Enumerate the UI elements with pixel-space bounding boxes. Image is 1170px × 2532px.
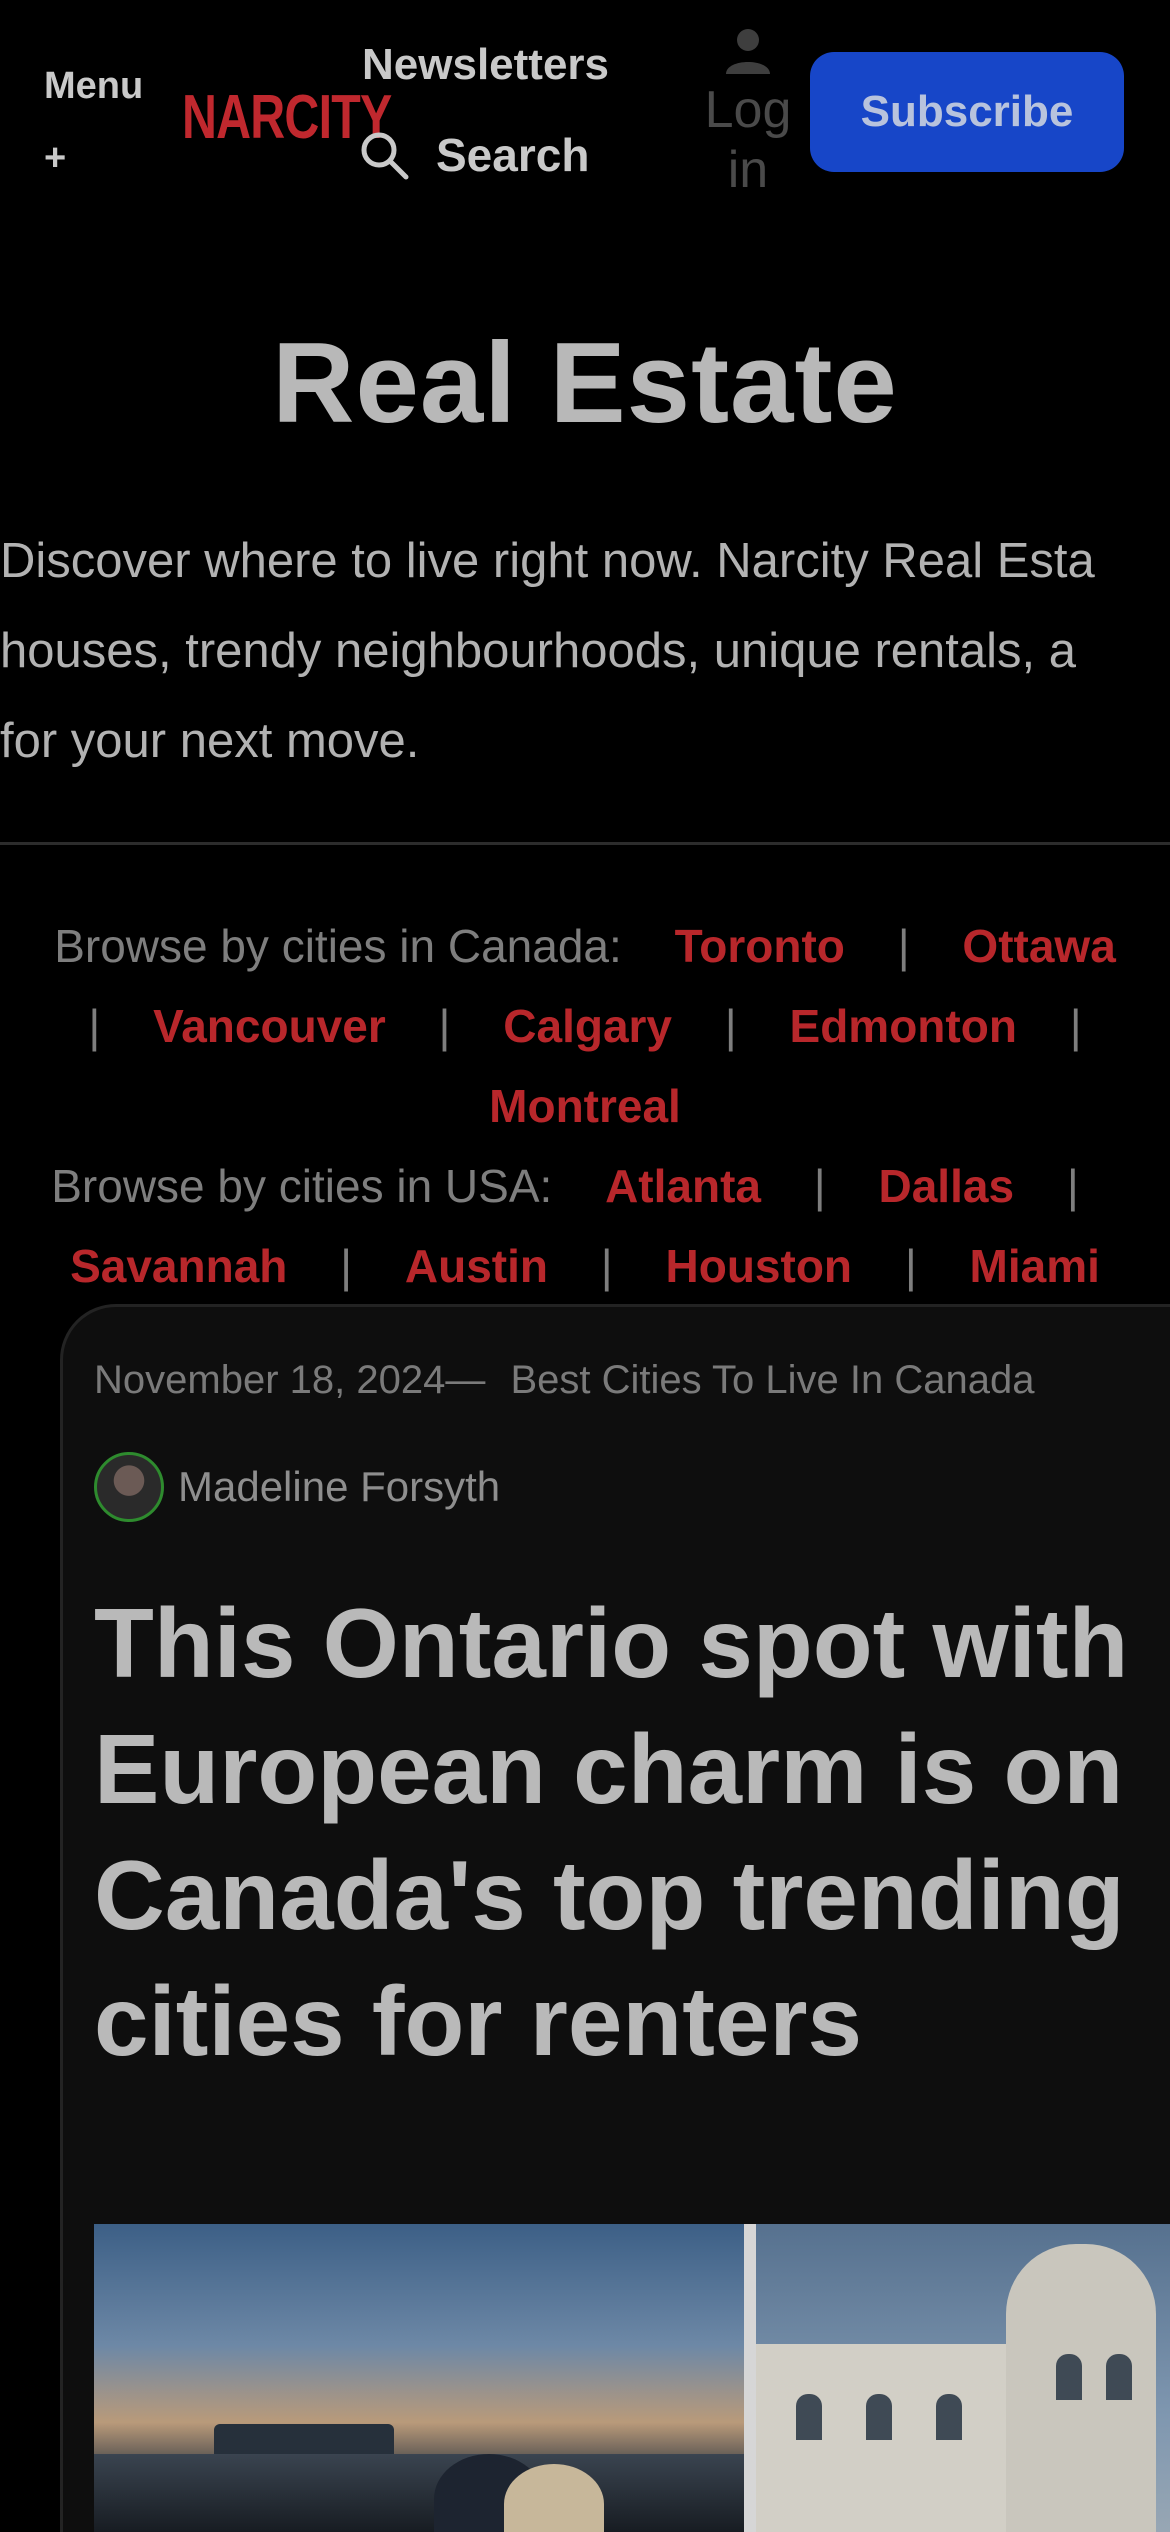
subscribe-button[interactable]: Subscribe <box>810 52 1124 172</box>
city-link-austin[interactable]: Austin <box>405 1240 548 1292</box>
separator: | <box>724 1000 737 1052</box>
search-icon <box>361 132 409 180</box>
city-link-montreal[interactable]: Montreal <box>489 1080 681 1132</box>
city-link-ottawa[interactable]: Ottawa <box>962 920 1115 972</box>
image-window-shape <box>936 2394 962 2440</box>
browse-usa-label: Browse by cities in USA: <box>51 1160 553 1212</box>
separator: | <box>340 1240 353 1292</box>
browse-cities: Browse by cities in Canada: Toronto | Ot… <box>20 906 1150 1306</box>
article-date: November 18, 2024 <box>94 1358 446 1402</box>
search-button[interactable]: Search <box>358 128 589 182</box>
image-window-shape <box>866 2394 892 2440</box>
city-link-atlanta[interactable]: Atlanta <box>605 1160 761 1212</box>
separator: | <box>813 1160 826 1212</box>
city-link-calgary[interactable]: Calgary <box>503 1000 672 1052</box>
browse-usa: Browse by cities in USA: Atlanta | Dalla… <box>20 1146 1150 1306</box>
separator: | <box>438 1000 451 1052</box>
author-name: Madeline Forsyth <box>178 1463 501 1510</box>
browse-canada: Browse by cities in Canada: Toronto | Ot… <box>20 906 1150 1146</box>
menu-button[interactable]: Menu + <box>44 50 143 194</box>
article-category-link[interactable]: Best Cities To Live In Canada <box>510 1358 1034 1402</box>
article-headline[interactable]: This Ontario spot with European charm is… <box>94 1580 1170 2084</box>
headline-line: This Ontario spot with <box>94 1588 1129 1698</box>
separator: | <box>1066 1160 1079 1212</box>
city-link-edmonton[interactable]: Edmonton <box>790 1000 1017 1052</box>
search-label: Search <box>436 129 590 181</box>
separator: | <box>600 1240 613 1292</box>
image-window-shape <box>796 2394 822 2440</box>
city-link-dallas[interactable]: Dallas <box>879 1160 1015 1212</box>
headline-line: Canada's top trending <box>94 1840 1125 1950</box>
page-intro: Discover where to live right now. Narcit… <box>0 516 1170 786</box>
city-link-toronto[interactable]: Toronto <box>675 920 845 972</box>
login-label: Log in <box>704 81 792 199</box>
separator: | <box>1069 1000 1082 1052</box>
intro-line: Discover where to live right now. Narcit… <box>0 534 1095 588</box>
user-icon <box>726 29 770 74</box>
menu-label: Menu <box>44 65 144 107</box>
article-image-city-hall[interactable] <box>756 2224 1170 2532</box>
login-link[interactable]: Log in <box>700 26 796 200</box>
separator: | <box>897 920 910 972</box>
separator: | <box>88 1000 101 1052</box>
image-divider <box>744 2224 756 2532</box>
avatar <box>94 1452 164 1522</box>
meta-dash: — <box>445 1358 486 1402</box>
browse-canada-label: Browse by cities in Canada: <box>54 920 622 972</box>
city-link-vancouver[interactable]: Vancouver <box>153 1000 386 1052</box>
city-link-miami[interactable]: Miami <box>970 1240 1100 1292</box>
article-author[interactable]: Madeline Forsyth <box>94 1452 500 1522</box>
image-window-shape <box>1056 2354 1082 2400</box>
site-header: Menu + NARCITY Newsletters Search Log in… <box>0 0 1170 210</box>
image-window-shape <box>1106 2354 1132 2400</box>
headline-line: cities for renters <box>94 1966 862 2076</box>
menu-plus-icon: + <box>44 137 67 179</box>
newsletters-link[interactable]: Newsletters <box>362 40 609 90</box>
image-shore-shape <box>94 2454 744 2532</box>
page: Menu + NARCITY Newsletters Search Log in… <box>0 0 1170 2532</box>
intro-line: for your next move. <box>0 714 420 768</box>
intro-line: houses, trendy neighbourhoods, unique re… <box>0 624 1077 678</box>
city-link-savannah[interactable]: Savannah <box>70 1240 287 1292</box>
article-image-lakeshore[interactable] <box>94 2224 744 2532</box>
headline-line: European charm is on <box>94 1714 1124 1824</box>
city-link-houston[interactable]: Houston <box>666 1240 853 1292</box>
separator: | <box>904 1240 917 1292</box>
divider <box>0 842 1170 845</box>
page-title: Real Estate <box>272 320 898 447</box>
article-meta: November 18, 2024— Best Cities To Live I… <box>94 1358 1034 1403</box>
